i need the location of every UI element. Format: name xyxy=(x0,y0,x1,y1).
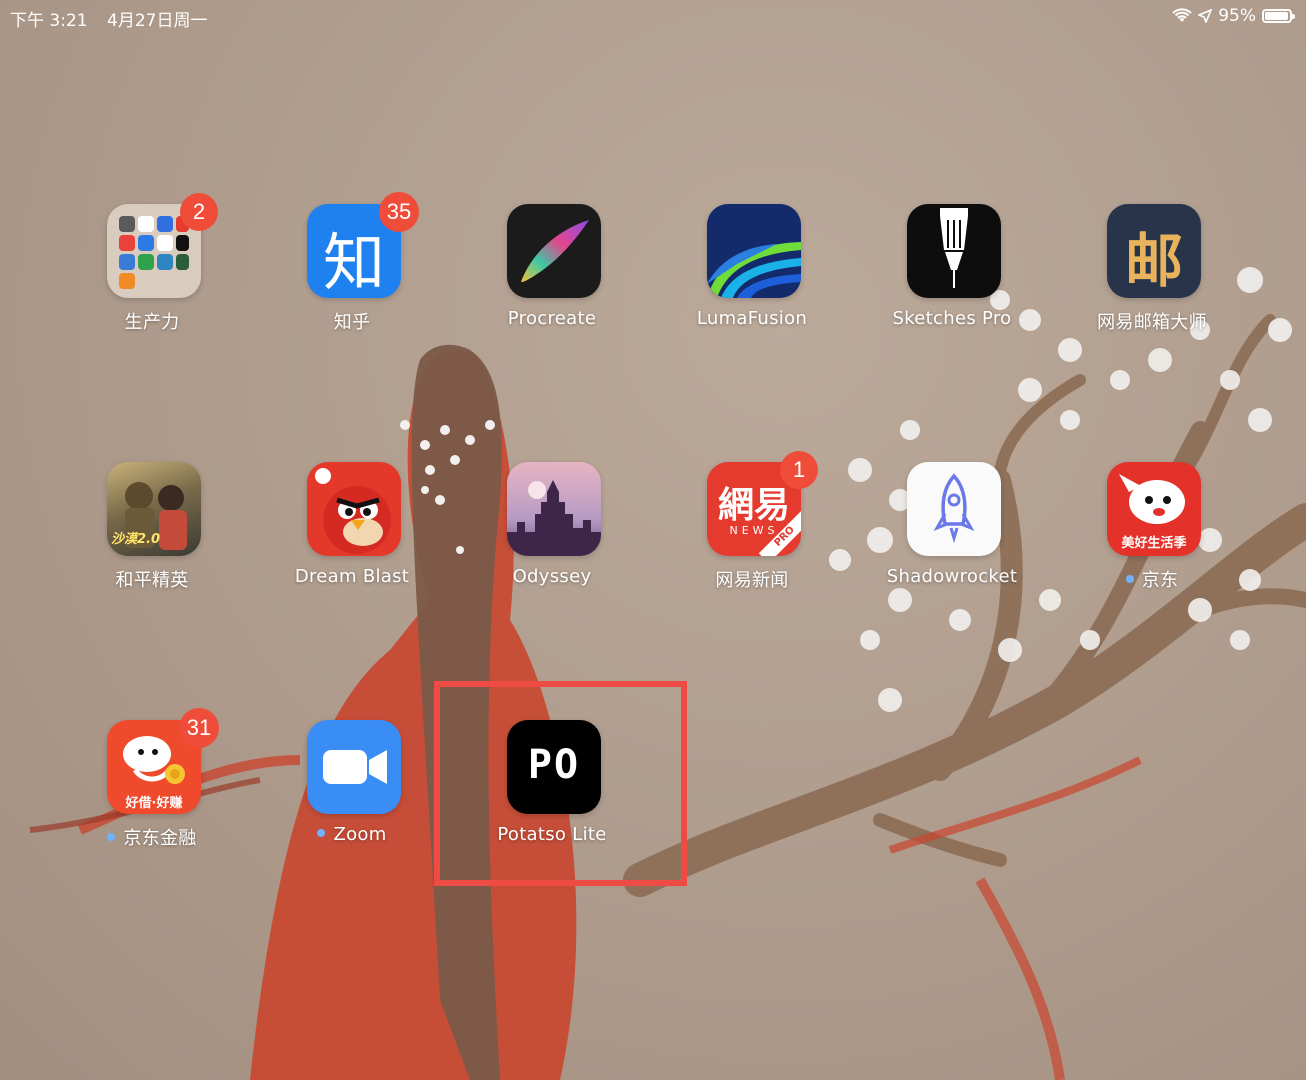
app-zhihu[interactable]: 知 35 知乎 xyxy=(262,192,442,344)
app-label-text: LumaFusion xyxy=(696,308,808,329)
app-label-text: 知乎 xyxy=(333,312,371,333)
pen-icon[interactable] xyxy=(907,204,1001,298)
app-label: 网易邮箱大师 xyxy=(1062,308,1242,334)
app-dream-blast[interactable]: Dream Blast xyxy=(262,462,442,602)
app-netease-mail[interactable]: 邮 网易邮箱大师 xyxy=(1062,204,1242,344)
app-label-text: 京东金融 xyxy=(123,828,197,849)
app-label: 和平精英 xyxy=(62,566,242,592)
status-time: 下午 3:21 xyxy=(10,11,88,31)
castle-icon[interactable] xyxy=(507,462,601,556)
game-glyph: 沙漠2.0 xyxy=(111,532,161,547)
app-label: Shadowrocket xyxy=(862,566,1042,587)
app-label-text: 和平精英 xyxy=(115,570,189,591)
notification-badge: 2 xyxy=(180,193,218,231)
app-peace-elite[interactable]: 沙漠2.0 和平精英 xyxy=(62,462,242,602)
new-app-dot xyxy=(1125,575,1134,583)
app-label: 京东金融 xyxy=(62,824,242,850)
notification-badge: 35 xyxy=(379,192,419,232)
app-label-text: Sketches Pro xyxy=(892,308,1012,329)
app-label-text: Odyssey xyxy=(512,566,592,587)
status-date: 4月27日周一 xyxy=(107,11,208,31)
angry-bird-icon[interactable] xyxy=(307,462,401,556)
app-label-text: Procreate xyxy=(507,308,597,329)
new-app-dot xyxy=(107,833,116,841)
app-label: 京东 xyxy=(1062,566,1242,592)
app-sketches-pro[interactable]: Sketches Pro xyxy=(862,204,1042,344)
game-icon[interactable]: 沙漠2.0 xyxy=(107,462,201,556)
highlight-box xyxy=(434,681,687,886)
jd-dog-icon[interactable]: 美好生活季 xyxy=(1107,462,1201,556)
app-label-text: Zoom xyxy=(333,824,387,845)
app-jd[interactable]: 美好生活季 京东 xyxy=(1062,462,1242,602)
app-label: 知乎 xyxy=(262,308,442,334)
status-bar: 下午 3:21 4月27日周一 95% xyxy=(0,0,1306,34)
app-odyssey[interactable]: Odyssey xyxy=(462,462,642,602)
app-label-text: 网易新闻 xyxy=(715,570,789,591)
app-jd-finance[interactable]: 好借·好赚 31 京东金融 xyxy=(62,708,242,860)
notification-badge: 31 xyxy=(179,708,219,748)
jd-glyph: 美好生活季 xyxy=(1121,536,1187,551)
app-productivity-folder[interactable]: 2 生产力 xyxy=(62,193,242,344)
app-label: Odyssey xyxy=(462,566,642,587)
app-label: Sketches Pro xyxy=(862,308,1042,329)
app-procreate[interactable]: Procreate xyxy=(462,204,642,344)
notification-badge: 1 xyxy=(780,451,818,489)
battery-icon xyxy=(1262,9,1295,23)
app-label-text: 网易邮箱大师 xyxy=(1097,312,1207,333)
jd-finance-glyph: 好借·好赚 xyxy=(125,796,183,811)
lumafusion-icon[interactable] xyxy=(707,204,801,298)
wifi-icon xyxy=(1172,8,1192,22)
app-label: Dream Blast xyxy=(262,566,442,587)
app-label-text: 生产力 xyxy=(124,312,180,333)
app-label: Zoom xyxy=(262,824,442,845)
app-netease-news[interactable]: 網易 NEWS PRO 1 网易新闻 xyxy=(662,451,842,602)
app-label-text: Dream Blast xyxy=(294,566,410,587)
app-label-text: Shadowrocket xyxy=(886,566,1018,587)
mail-icon[interactable]: 邮 xyxy=(1107,204,1201,298)
app-label: Procreate xyxy=(462,308,642,329)
mail-glyph: 邮 xyxy=(1124,227,1183,295)
app-lumafusion[interactable]: LumaFusion xyxy=(662,204,842,344)
camera-icon[interactable] xyxy=(307,720,401,814)
rocket-icon[interactable] xyxy=(907,462,1001,556)
app-shadowrocket[interactable]: Shadowrocket xyxy=(862,462,1042,602)
app-label: 网易新闻 xyxy=(662,566,842,592)
new-app-dot xyxy=(317,829,326,837)
battery-percent: 95% xyxy=(1218,6,1256,26)
procreate-icon[interactable] xyxy=(507,204,601,298)
app-zoom[interactable]: Zoom xyxy=(262,720,442,860)
location-icon xyxy=(1198,9,1213,23)
app-label: LumaFusion xyxy=(662,308,842,329)
app-label: 生产力 xyxy=(62,308,242,334)
app-label-text: 京东 xyxy=(1141,570,1179,591)
